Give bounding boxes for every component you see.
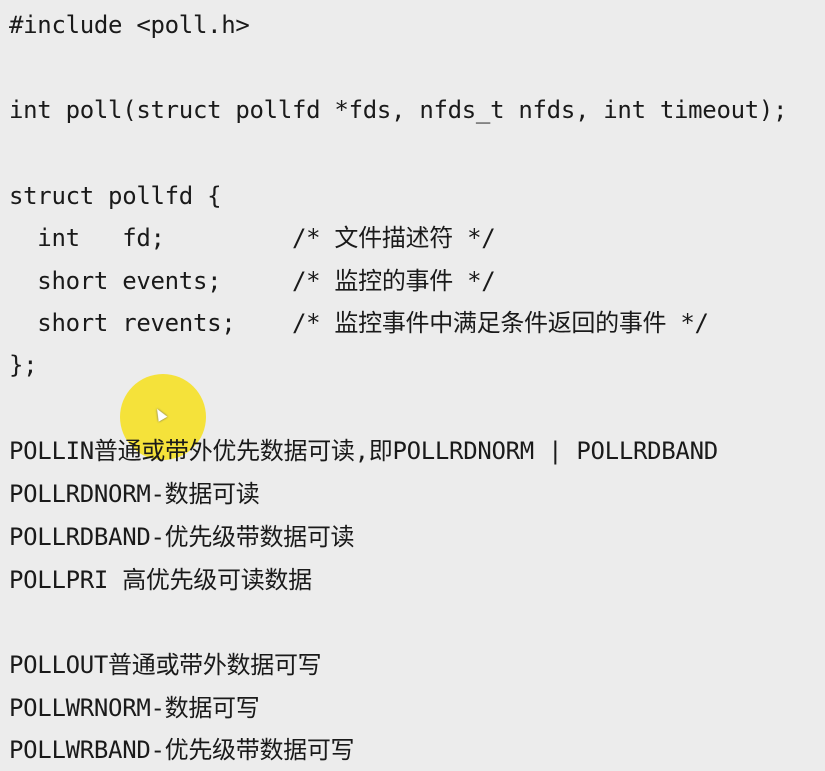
struct-field-revents: short revents; /* 监控事件中满足条件返回的事件 */ [9, 309, 709, 337]
struct-field-events: short events; /* 监控的事件 */ [9, 267, 496, 295]
struct-close-line: }; [9, 351, 38, 379]
flag-pollpri: POLLPRI 高优先级可读数据 [9, 566, 312, 594]
flag-pollrdband: POLLRDBAND-优先级带数据可读 [9, 523, 355, 551]
flag-pollin: POLLIN普通或带外优先数据可读,即POLLRDNORM | POLLRDBA… [9, 437, 718, 465]
flag-pollrdnorm: POLLRDNORM-数据可读 [9, 480, 260, 508]
poll-signature-line: int poll(struct pollfd *fds, nfds_t nfds… [9, 96, 788, 124]
flag-pollwrband: POLLWRBAND-优先级带数据可写 [9, 736, 355, 764]
flag-pollout: POLLOUT普通或带外数据可写 [9, 651, 322, 679]
include-line: #include <poll.h> [9, 11, 250, 39]
flag-pollwrnorm: POLLWRNORM-数据可写 [9, 694, 260, 722]
struct-open-line: struct pollfd { [9, 182, 222, 210]
struct-field-fd: int fd; /* 文件描述符 */ [9, 224, 496, 252]
